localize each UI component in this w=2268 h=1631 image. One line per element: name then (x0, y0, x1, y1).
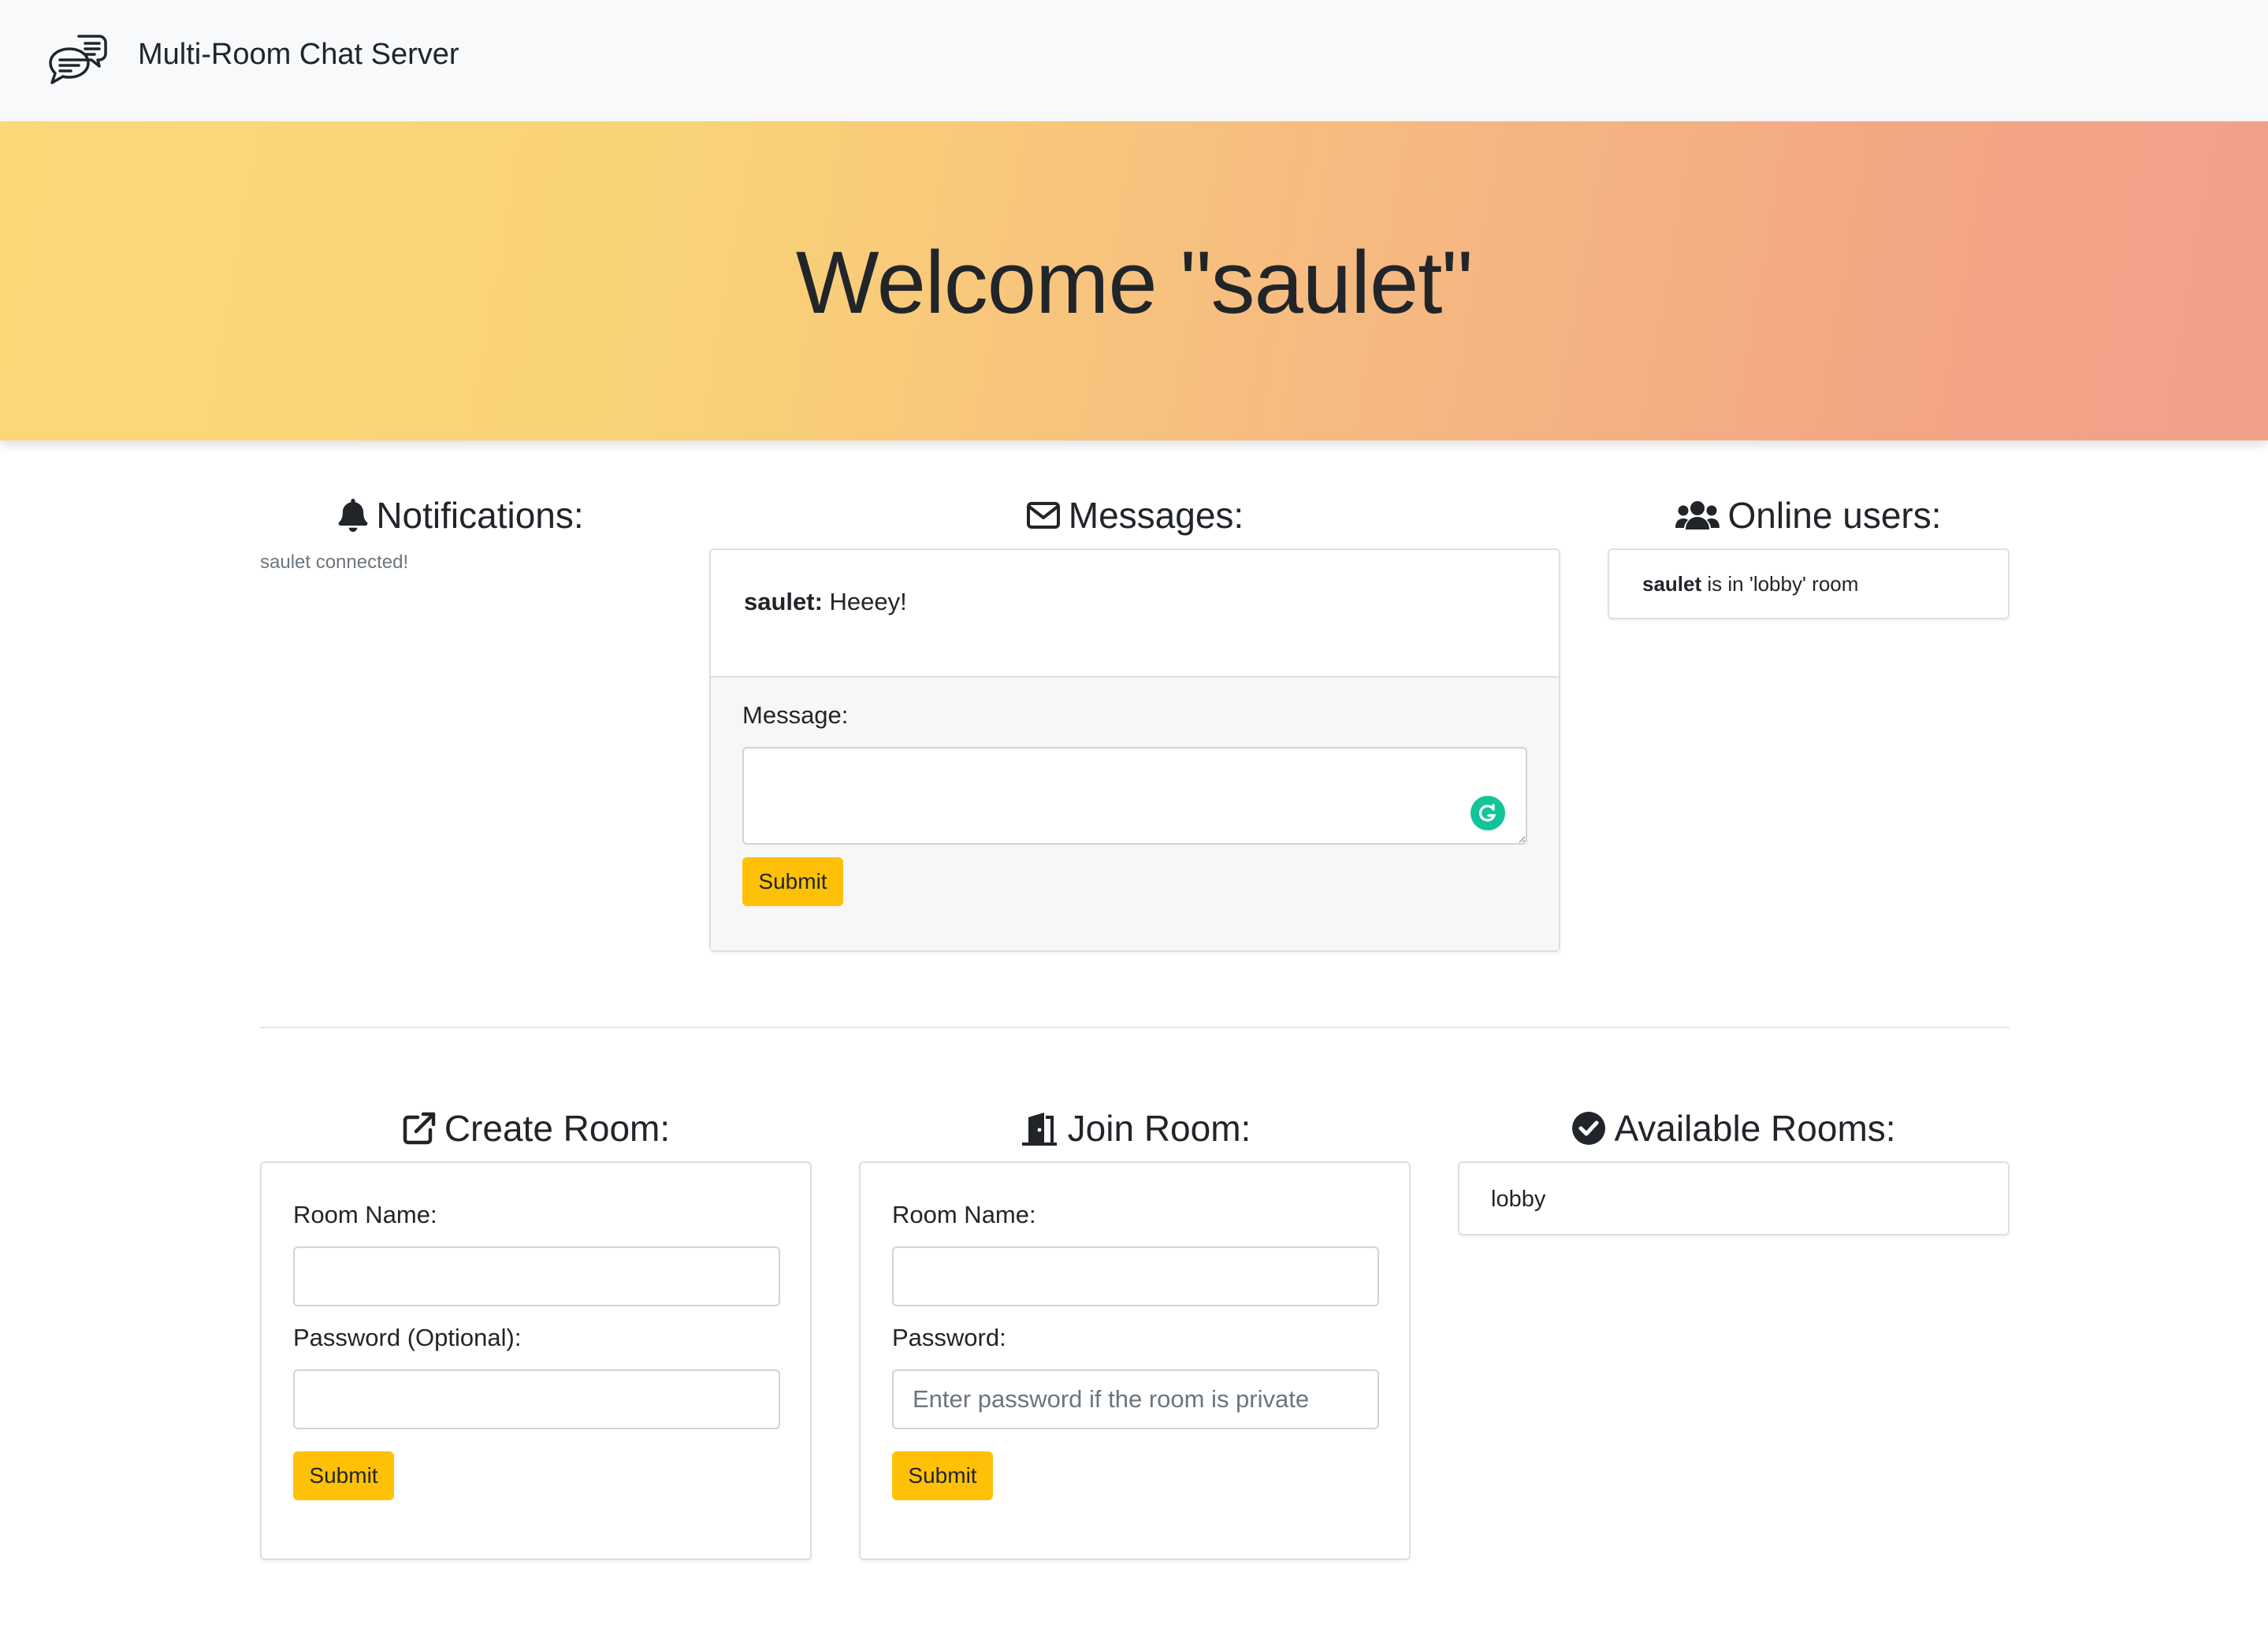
join-room-name-input[interactable] (892, 1246, 1379, 1306)
available-rooms-heading-text: Available Rooms: (1614, 1108, 1896, 1149)
envelope-icon (1026, 502, 1060, 529)
available-rooms-heading: Available Rooms: (1458, 1105, 2010, 1152)
create-room-password-input[interactable] (293, 1369, 780, 1429)
users-icon (1675, 501, 1720, 529)
join-room-password-input[interactable] (892, 1369, 1379, 1429)
online-user-status: is in 'lobby' room (1707, 572, 1859, 596)
messages-heading-text: Messages: (1068, 495, 1244, 536)
message-item: saulet: Heeey! (744, 588, 907, 616)
welcome-title: Welcome "saulet" (795, 233, 1473, 332)
join-room-submit-button[interactable]: Submit (892, 1451, 993, 1500)
available-rooms-card: lobby (1458, 1161, 2010, 1235)
messages-heading: Messages: (709, 492, 1560, 539)
brand-title[interactable]: Multi-Room Chat Server (138, 38, 459, 72)
create-room-name-input[interactable] (293, 1246, 780, 1306)
join-room-card: Room Name: Password: Submit (859, 1161, 1411, 1560)
message-label: Message: (742, 701, 849, 729)
notifications-heading: Notifications: (260, 492, 662, 539)
online-users-heading-text: Online users: (1727, 495, 1942, 536)
messages-card: saulet: Heeey! Message: Submit (709, 548, 1560, 952)
hero-banner: Welcome "saulet" (0, 121, 2268, 440)
section-divider (260, 1027, 2010, 1028)
online-user-name: saulet (1642, 572, 1702, 596)
message-input[interactable] (742, 747, 1527, 845)
create-room-card: Room Name: Password (Optional): Submit (260, 1161, 812, 1560)
message-submit-button[interactable]: Submit (742, 857, 843, 906)
door-open-icon (1021, 1113, 1057, 1146)
room-list-item[interactable]: lobby (1491, 1187, 1545, 1213)
message-author: saulet: (744, 588, 823, 615)
create-room-name-label: Room Name: (293, 1201, 437, 1228)
online-users-heading: Online users: (1608, 492, 2010, 539)
create-room-password-label: Password (Optional): (293, 1324, 522, 1351)
notifications-heading-text: Notifications: (376, 495, 584, 536)
check-circle-icon (1572, 1112, 1606, 1145)
chat-bubbles-icon[interactable] (47, 32, 109, 90)
create-room-heading-text: Create Room: (444, 1108, 671, 1149)
message-text: Heeey! (829, 588, 907, 615)
external-link-icon (403, 1112, 436, 1145)
online-user-item: saulet is in 'lobby' room (1642, 572, 1858, 596)
join-room-heading-text: Join Room: (1067, 1108, 1251, 1149)
create-room-heading: Create Room: (260, 1105, 812, 1152)
bell-icon (338, 499, 368, 532)
grammarly-icon[interactable] (1470, 796, 1505, 830)
navbar: Multi-Room Chat Server (0, 0, 2268, 121)
create-room-submit-button[interactable]: Submit (293, 1451, 394, 1500)
notification-item: saulet connected! (260, 552, 409, 573)
message-form: Message: Submit (711, 676, 1559, 950)
online-users-card: saulet is in 'lobby' room (1608, 548, 2010, 619)
join-room-name-label: Room Name: (892, 1201, 1036, 1228)
join-room-heading: Join Room: (859, 1105, 1411, 1152)
join-room-password-label: Password: (892, 1324, 1006, 1351)
